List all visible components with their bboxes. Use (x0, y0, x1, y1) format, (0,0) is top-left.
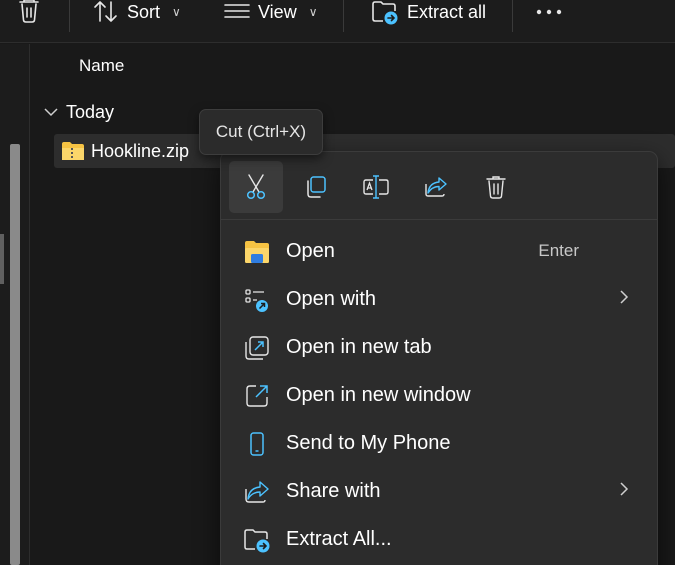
menu-item-open-in-new-window[interactable]: Open in new window (229, 373, 651, 417)
share-icon (425, 177, 447, 197)
extract-icon (243, 526, 271, 554)
share-button[interactable] (409, 161, 463, 213)
group-header-today[interactable]: Today (44, 100, 114, 124)
extract-icon (372, 1, 398, 25)
sort-button[interactable]: Sort ∨ (93, 0, 181, 24)
toolbar-separator (512, 0, 513, 32)
command-bar: Sort ∨ View ∨ Extract all (0, 0, 675, 43)
zip-folder-icon (62, 142, 84, 160)
navigation-pane (0, 44, 30, 565)
chevron-right-icon (619, 289, 629, 310)
file-name: Hookline.zip (91, 141, 190, 161)
menu-item-extract-all[interactable]: Extract All... (229, 517, 651, 561)
chevron-down-icon (44, 108, 58, 117)
navigation-selection-marker (0, 234, 4, 284)
extract-all-label: Extract all (407, 1, 487, 22)
new-window-icon (243, 382, 271, 410)
cut-tooltip: Cut (Ctrl+X) (199, 109, 323, 155)
context-menu: Open Enter Open with Open in new tab Ope… (220, 151, 658, 565)
trash-icon (19, 0, 39, 23)
toolbar-separator (69, 0, 70, 32)
share-icon (243, 478, 271, 506)
menu-item-open-with[interactable]: Open with (229, 277, 651, 321)
extract-all-button[interactable]: Extract all (371, 0, 487, 25)
more-icon (536, 9, 562, 15)
scissors-icon (246, 174, 266, 200)
copy-button[interactable] (289, 161, 343, 213)
menu-item-share-with[interactable]: Share with (229, 469, 651, 513)
group-label: Today (66, 101, 115, 122)
rename-icon (363, 175, 389, 199)
rename-button[interactable] (349, 161, 403, 213)
menu-item-label: Share with (286, 479, 381, 502)
view-lines-icon (224, 4, 250, 18)
shortcut-text: Enter (538, 241, 579, 260)
folder-open-icon (243, 238, 271, 266)
phone-icon (243, 430, 271, 458)
menu-item-label: Open in new tab (286, 335, 432, 358)
chevron-down-icon: ∨ (172, 5, 181, 19)
view-label: View (258, 1, 297, 22)
quick-actions-bar (221, 152, 657, 220)
menu-item-open-in-new-tab[interactable]: Open in new tab (229, 325, 651, 369)
delete-button[interactable] (469, 161, 523, 213)
trash-icon (486, 176, 506, 199)
delete-button[interactable] (16, 0, 42, 24)
chevron-down-icon: ∨ (308, 5, 318, 19)
menu-item-label: Open with (286, 287, 377, 310)
menu-item-label: Extract All... (286, 527, 392, 550)
sort-icon (94, 1, 117, 22)
menu-item-label: Open in new window (286, 383, 471, 406)
menu-item-label: Send to My Phone (286, 431, 451, 454)
open-with-icon (243, 286, 271, 314)
sort-label: Sort (127, 1, 161, 22)
cut-button[interactable] (229, 161, 283, 213)
new-tab-icon (243, 334, 271, 362)
more-button[interactable] (536, 0, 562, 24)
chevron-right-icon (619, 481, 629, 502)
toolbar-separator (343, 0, 344, 32)
menu-item-send-to-my-phone[interactable]: Send to My Phone (229, 421, 651, 465)
menu-item-label: Open (286, 239, 335, 262)
navigation-scrollbar[interactable] (10, 144, 20, 565)
copy-icon (307, 176, 326, 198)
menu-item-open[interactable]: Open Enter (229, 229, 651, 273)
view-button[interactable]: View ∨ (224, 0, 318, 24)
column-header-name[interactable]: Name (79, 56, 124, 76)
